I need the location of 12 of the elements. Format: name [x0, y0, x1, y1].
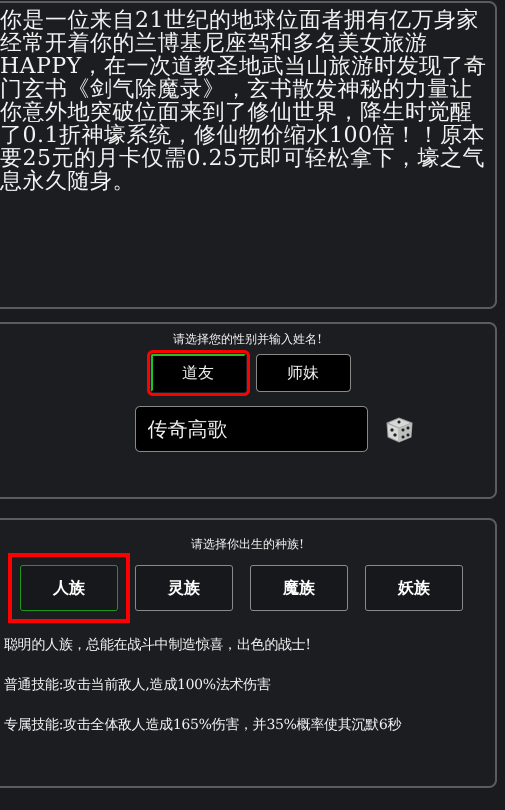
race-description: 聪明的人族，总能在战斗中制造惊喜，出色的战士!	[4, 636, 312, 655]
name-field[interactable]: 传奇高歌	[134, 406, 368, 452]
race-button[interactable]: 魔族	[250, 565, 348, 611]
race-button[interactable]: 灵族	[135, 565, 233, 611]
story-text: 你是一位来自21世纪的地球位面者拥有亿万身家经常开着你的兰博基尼座驾和多名美女旅游HAPPY，在一次道教圣地武当山旅游时发现了奇门玄书《剑气除魔录》，玄书散发神秘的力量让你意外地突破位面来到了修仙世界，降生时觉醒了0.1折神壕系统，修仙物价缩水100倍！！原本要25元的月卡仅需0.25元即可轻松拿下，壕之气息永久随身。	[0, 9, 488, 193]
race-button[interactable]: 妖族	[365, 565, 463, 611]
special-skill-text: 专属技能:攻击全体敌人造成165%伤害，并35%概率使其沉默6秒	[4, 716, 402, 735]
race-prompt: 请选择你出生的种族!	[190, 536, 305, 553]
normal-skill-text: 普通技能:攻击当前敌人,造成100%法术伤害	[4, 676, 272, 695]
gender-prompt: 请选择您的性别并输入姓名!	[173, 331, 322, 348]
gender-button[interactable]: 师妹	[256, 354, 350, 392]
race-button[interactable]: 人族	[20, 565, 118, 611]
